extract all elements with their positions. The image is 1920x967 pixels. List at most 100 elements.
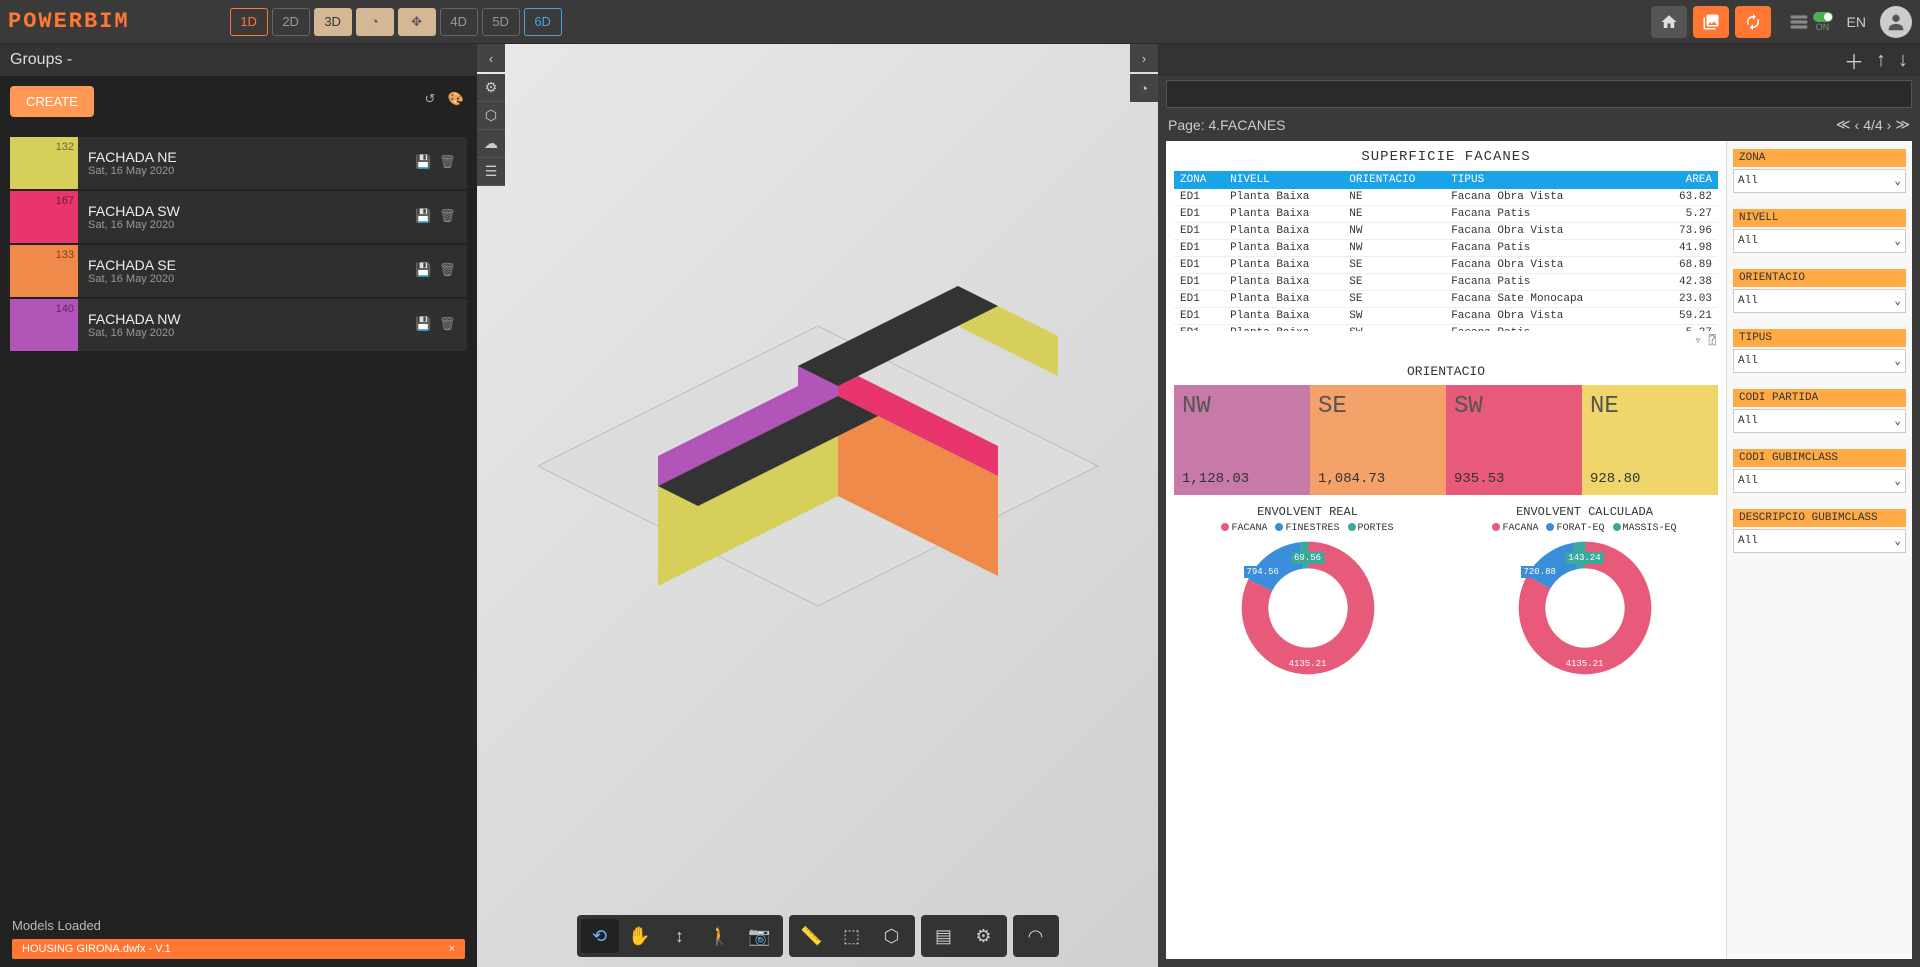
legend-item: PORTES	[1348, 523, 1394, 534]
delete-icon[interactable]: 🗑	[439, 154, 457, 172]
filter-select[interactable]: All ⌄	[1733, 229, 1906, 253]
section-tool[interactable]: ⬚	[833, 919, 871, 953]
viewer-left-toolstrip: ⚙ ⬡ ☁ ☰	[477, 74, 505, 186]
camera-tool[interactable]: 📷	[741, 919, 779, 953]
table-row[interactable]: ED1Planta BaixaSEFacana Sate Monocapa23.…	[1174, 291, 1718, 308]
left-panel: Groups - CREATE ↺ 🎨 132 FACHADA NE Sat, …	[0, 44, 477, 967]
collapse-right-button[interactable]: ›	[1130, 44, 1158, 72]
pan-tool[interactable]: ✋	[621, 919, 659, 953]
donut2-forat-label: 720.88	[1521, 566, 1559, 578]
page-next-icon[interactable]: ›	[1887, 117, 1892, 133]
dim-4d-button[interactable]: 4D	[440, 8, 478, 36]
table-header[interactable]: AREA	[1633, 171, 1718, 189]
save-icon[interactable]: 💾	[415, 154, 433, 172]
save-icon[interactable]: 💾	[415, 262, 433, 280]
filter-group: ORIENTACIO All ⌄	[1733, 269, 1906, 313]
dim-move-icon[interactable]: ✥	[398, 8, 436, 36]
group-item[interactable]: 167 FACHADA SW Sat, 16 May 2020 💾 🗑	[10, 191, 467, 243]
language-selector[interactable]: EN	[1847, 14, 1866, 30]
group-swatch: 140	[10, 299, 78, 351]
save-icon[interactable]: 💾	[415, 208, 433, 226]
filter-select[interactable]: All ⌄	[1733, 349, 1906, 373]
cube-tool-icon[interactable]: ⬡	[477, 102, 505, 130]
dim-6d-button[interactable]: 6D	[524, 8, 562, 36]
list-tool-icon[interactable]: ☰	[477, 158, 505, 186]
donut-calc-legend: FACANAFORAT-EQMASSIS-EQ	[1451, 523, 1718, 534]
chevron-down-icon: ⌄	[1894, 294, 1901, 308]
3d-viewport[interactable]	[477, 44, 1158, 967]
settings-tool-icon[interactable]: ⚙	[477, 74, 505, 102]
table-header[interactable]: ZONA	[1174, 171, 1224, 189]
fullscreen-tool[interactable]: ◠	[1017, 919, 1055, 953]
orbit-tool[interactable]: ⟲	[581, 919, 619, 953]
collapse-left-button[interactable]: ‹	[477, 44, 505, 72]
page-last-icon[interactable]: ≫	[1895, 116, 1910, 133]
orientacio-cell[interactable]: NE 928.80	[1582, 385, 1718, 495]
page-first-icon[interactable]: ≪	[1836, 116, 1851, 133]
table-row[interactable]: ED1Planta BaixaSWFacana Patis5.27	[1174, 325, 1718, 332]
delete-icon[interactable]: 🗑	[439, 316, 457, 334]
table-filter-icons[interactable]: ▿ ⍰	[1174, 331, 1718, 350]
add-icon[interactable]: ＋	[1844, 46, 1864, 75]
filter-select[interactable]: All ⌄	[1733, 409, 1906, 433]
user-menu[interactable]	[1880, 6, 1912, 38]
create-button[interactable]: CREATE	[10, 86, 94, 117]
legend-item: FACANA	[1492, 523, 1538, 534]
table-header[interactable]: NIVELL	[1224, 171, 1343, 189]
delete-icon[interactable]: 🗑	[439, 262, 457, 280]
history-icon[interactable]: ↺	[421, 90, 439, 108]
page-label: Page: 4.FACANES	[1168, 117, 1286, 133]
filter-select[interactable]: All ⌄	[1733, 529, 1906, 553]
delete-icon[interactable]: 🗑	[439, 208, 457, 226]
dim-pie-icon[interactable]: ◔	[356, 8, 394, 36]
donut-calc-chart: 143.24 720.88 4135.21	[1515, 538, 1655, 678]
dim-2d-button[interactable]: 2D	[272, 8, 310, 36]
filter-select[interactable]: All ⌄	[1733, 469, 1906, 493]
dim-3d-button[interactable]: 3D	[314, 8, 352, 36]
sync-button[interactable]	[1735, 6, 1771, 38]
dim-5d-button[interactable]: 5D	[482, 8, 520, 36]
chart-toggle-icon[interactable]: ◔	[1130, 74, 1158, 102]
report-search-input[interactable]	[1166, 80, 1912, 108]
table-row[interactable]: ED1Planta BaixaSEFacana Obra Vista68.89	[1174, 257, 1718, 274]
measure-tool[interactable]: 📏	[793, 919, 831, 953]
page-prev-icon[interactable]: ‹	[1855, 117, 1860, 133]
model-chip-close-icon[interactable]: ×	[449, 943, 455, 955]
orientacio-value: 928.80	[1590, 471, 1710, 487]
orientacio-cell[interactable]: NW 1,128.03	[1174, 385, 1310, 495]
table-row[interactable]: ED1Planta BaixaNWFacana Obra Vista73.96	[1174, 223, 1718, 240]
upload-icon[interactable]: ↑	[1876, 49, 1886, 72]
gallery-button[interactable]	[1693, 6, 1729, 38]
settings-tool[interactable]: ⚙	[965, 919, 1003, 953]
filter-group: CODI GUBIMCLASS All ⌄	[1733, 449, 1906, 493]
table-row[interactable]: ED1Planta BaixaSEFacana Patis42.38	[1174, 274, 1718, 291]
walk-tool[interactable]: 🚶	[701, 919, 739, 953]
orientacio-cell[interactable]: SW 935.53	[1446, 385, 1582, 495]
filter-select[interactable]: All ⌄	[1733, 289, 1906, 313]
layers-tool-icon[interactable]: ☁	[477, 130, 505, 158]
viewer-panel[interactable]: ‹ ⚙ ⬡ ☁ ☰ › ◔	[477, 44, 1158, 967]
group-item[interactable]: 133 FACHADA SE Sat, 16 May 2020 💾 🗑	[10, 245, 467, 297]
group-list: 132 FACHADA NE Sat, 16 May 2020 💾 🗑 167 …	[10, 137, 467, 351]
filter-select[interactable]: All ⌄	[1733, 169, 1906, 193]
home-button[interactable]	[1651, 6, 1687, 38]
report-main: SUPERFICIE FACANES ZONANIVELLORIENTACIOT…	[1166, 141, 1726, 959]
zoom-tool[interactable]: ↕	[661, 919, 699, 953]
download-icon[interactable]: ↓	[1898, 49, 1908, 72]
orientacio-cell[interactable]: SE 1,084.73	[1310, 385, 1446, 495]
group-item[interactable]: 132 FACHADA NE Sat, 16 May 2020 💾 🗑	[10, 137, 467, 189]
model-chip[interactable]: HOUSING GIRONA.dwfx - V.1 ×	[12, 939, 465, 959]
group-info: FACHADA SE Sat, 16 May 2020	[78, 257, 415, 285]
table-row[interactable]: ED1Planta BaixaSWFacana Obra Vista59.21	[1174, 308, 1718, 325]
explode-tool[interactable]: ⬡	[873, 919, 911, 953]
table-row[interactable]: ED1Planta BaixaNWFacana Patis41.98	[1174, 240, 1718, 257]
table-row[interactable]: ED1Planta BaixaNEFacana Obra Vista63.82	[1174, 189, 1718, 206]
table-header[interactable]: TIPUS	[1445, 171, 1633, 189]
group-item[interactable]: 140 FACHADA NW Sat, 16 May 2020 💾 🗑	[10, 299, 467, 351]
save-icon[interactable]: 💾	[415, 316, 433, 334]
table-header[interactable]: ORIENTACIO	[1343, 171, 1445, 189]
dim-1d-button[interactable]: 1D	[230, 8, 268, 36]
properties-tool[interactable]: ▤	[925, 919, 963, 953]
palette-icon[interactable]: 🎨	[447, 90, 465, 108]
table-row[interactable]: ED1Planta BaixaNEFacana Patis5.27	[1174, 206, 1718, 223]
